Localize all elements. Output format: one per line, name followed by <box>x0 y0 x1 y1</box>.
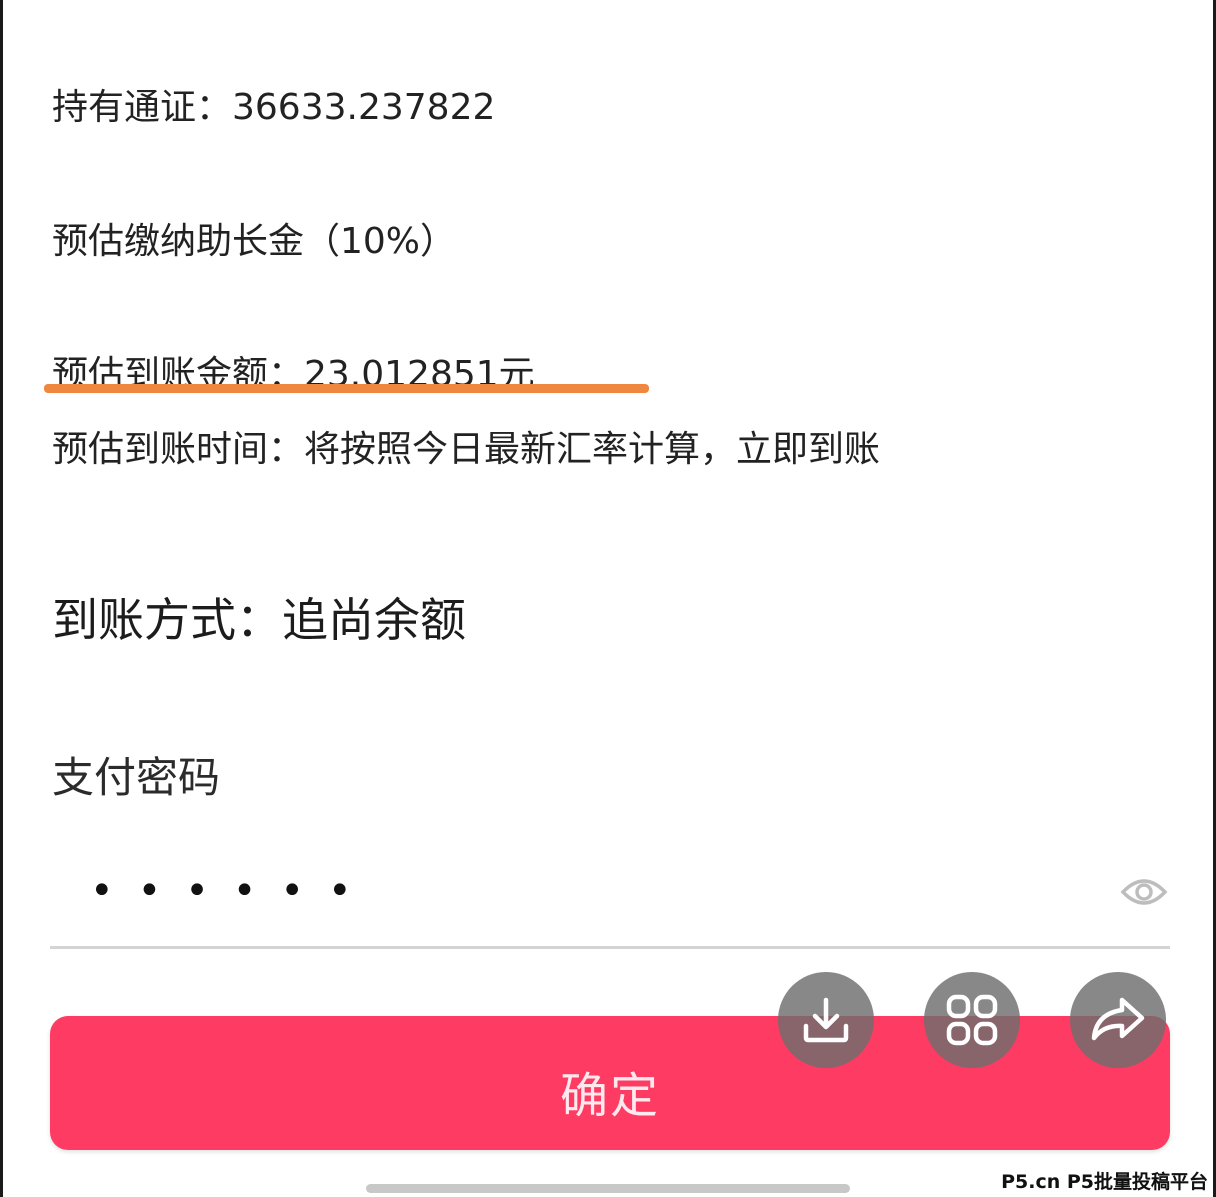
screen-edge-left <box>0 0 3 1197</box>
home-indicator <box>366 1184 850 1193</box>
password-divider <box>50 946 1170 949</box>
payment-password-label: 支付密码 <box>52 753 221 802</box>
payout-method-text: 到账方式：追尚余额 <box>52 593 466 647</box>
confirm-label: 确定 <box>559 1070 660 1123</box>
grid-icon <box>946 994 998 1046</box>
highlight-underline <box>44 384 649 393</box>
password-dots: •••••• <box>90 868 376 914</box>
download-button[interactable] <box>778 972 874 1068</box>
share-icon <box>1091 997 1145 1041</box>
download-icon <box>803 997 849 1043</box>
payment-password-input[interactable]: •••••• <box>50 850 1170 940</box>
eye-icon[interactable] <box>1120 872 1168 912</box>
watermark-text: P5.cn P5批量投稿平台 <box>999 1167 1210 1194</box>
fee-text: 预估缴纳助长金（10%） <box>52 221 457 262</box>
apps-button[interactable] <box>924 972 1020 1068</box>
holdings-text: 持有通证：36633.237822 <box>52 87 496 128</box>
estimated-time-text: 预估到账时间：将按照今日最新汇率计算，立即到账 <box>52 429 881 470</box>
share-button[interactable] <box>1070 972 1166 1068</box>
